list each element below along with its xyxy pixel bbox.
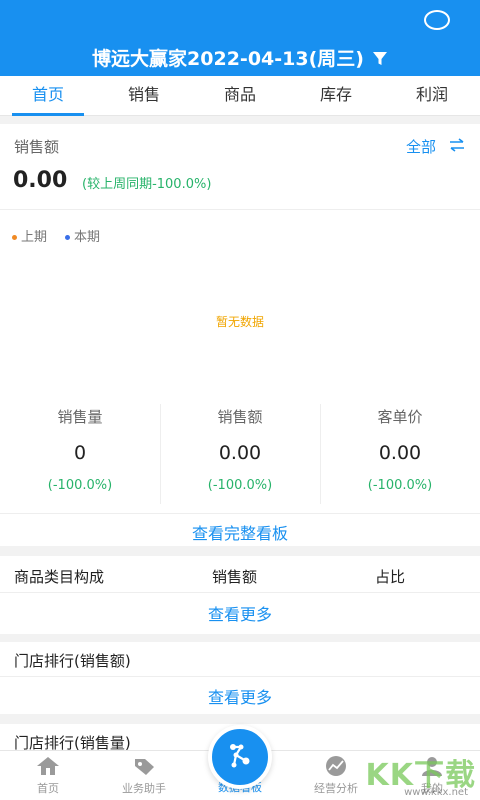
scope-switch-button[interactable]: 全部 <box>406 136 466 157</box>
divider <box>0 209 480 210</box>
category-col-header: 商品类目构成 <box>14 568 105 586</box>
store-rank-amount-title: 门店排行(销售额) <box>14 652 131 670</box>
watermark-url: www.kkx.net <box>404 787 468 798</box>
metric-change: (-100.0%) <box>47 478 113 493</box>
metric-change: (-100.0%) <box>207 478 273 493</box>
sales-col-header: 销售额 <box>212 568 258 586</box>
header-title-row[interactable]: 博远大赢家2022-04-13(周三) <box>0 44 480 72</box>
tab-sales[interactable]: 销售 <box>96 76 192 115</box>
tag-icon <box>131 755 157 777</box>
legend-curr-label: 本期 <box>74 230 101 245</box>
view-full-board-link[interactable]: 查看完整看板 <box>0 520 480 544</box>
chart-empty-text: 暂无数据 <box>215 315 264 329</box>
chart-legend: 上期 本期 <box>12 226 100 245</box>
metric-change: (-100.0%) <box>367 478 433 493</box>
swap-icon <box>448 137 466 156</box>
tab-inventory[interactable]: 库存 <box>288 76 384 115</box>
nav-home-label: 首页 <box>37 782 59 795</box>
page-title: 博远大赢家2022-04-13(周三) <box>92 48 364 70</box>
tab-home[interactable]: 首页 <box>0 76 96 116</box>
metric-sales-amount: 销售额 0.00 (-100.0%) <box>160 394 320 514</box>
metric-value: 0 <box>73 442 87 464</box>
network-icon <box>224 739 256 775</box>
store-rank-amount-more-link[interactable]: 查看更多 <box>0 684 480 708</box>
tab-products[interactable]: 商品 <box>192 76 288 115</box>
category-more-link[interactable]: 查看更多 <box>0 601 480 625</box>
header-circle-icon[interactable] <box>424 10 450 30</box>
scope-label: 全部 <box>405 138 436 156</box>
legend-prev: 上期 <box>12 226 47 245</box>
share-col-header: 占比 <box>375 568 406 586</box>
sales-compare-text: (较上周同期-100.0%) <box>82 177 212 192</box>
category-card: 商品类目构成 销售额 占比 查看更多 <box>0 556 480 634</box>
nav-assistant[interactable]: 业务助手 <box>96 755 192 796</box>
metric-avg-order: 客单价 0.00 (-100.0%) <box>320 394 480 514</box>
store-rank-amount-card: 门店排行(销售额) 查看更多 <box>0 642 480 714</box>
app-header: 博远大赢家2022-04-13(周三) <box>0 0 480 76</box>
trend-icon <box>323 755 349 777</box>
nav-analysis-label: 经营分析 <box>314 782 358 795</box>
nav-assistant-label: 业务助手 <box>122 782 166 795</box>
sales-amount-value: 0.00 <box>13 168 68 193</box>
sales-overview-card: 销售额 全部 0.00 (较上周同期-100.0%) 上期 本期 暂无数据 销售… <box>0 124 480 546</box>
divider <box>0 592 480 593</box>
divider <box>0 676 480 677</box>
tab-profit[interactable]: 利润 <box>384 76 480 115</box>
metric-name: 销售额 <box>217 408 263 426</box>
metrics-row: 销售量 0 (-100.0%) 销售额 0.00 (-100.0%) 客单价 0… <box>0 394 480 514</box>
curr-dot-icon <box>65 235 71 240</box>
divider <box>0 513 480 514</box>
metric-value: 0.00 <box>218 442 262 464</box>
nav-home[interactable]: 首页 <box>0 755 96 796</box>
dashboard-fab-button[interactable] <box>208 725 272 789</box>
metric-value: 0.00 <box>378 442 422 464</box>
legend-prev-label: 上期 <box>21 230 48 245</box>
home-icon <box>35 755 61 777</box>
metric-name: 销售量 <box>57 408 103 426</box>
sales-amount-label: 销售额 <box>14 138 60 156</box>
metric-name: 客单价 <box>377 408 423 426</box>
filter-icon[interactable] <box>372 50 388 72</box>
metric-sales-qty: 销售量 0 (-100.0%) <box>0 394 160 514</box>
prev-dot-icon <box>12 235 17 240</box>
tab-bar: 首页 销售 商品 库存 利润 <box>0 76 480 116</box>
watermark-logo: KK下载 www.kkx.net <box>366 750 477 798</box>
legend-curr: 本期 <box>65 226 100 245</box>
